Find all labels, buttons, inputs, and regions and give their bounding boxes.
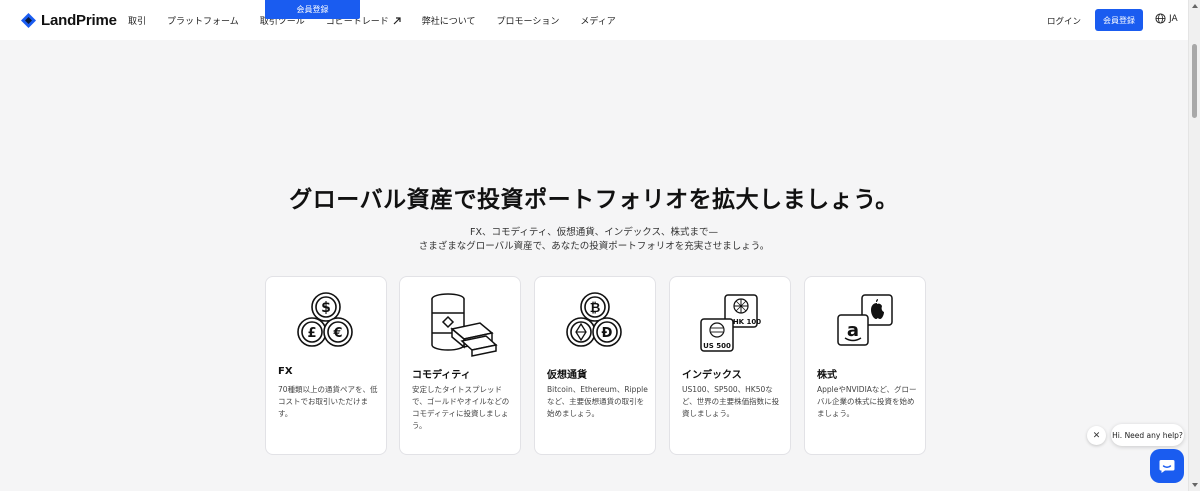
login-link[interactable]: ログイン <box>1047 15 1081 27</box>
asset-card-stocks[interactable]: a 株式 AppleやNVIDIAなど、グローバル企業の株式に投資を始めましょう… <box>804 276 926 455</box>
scroll-up-icon[interactable] <box>1192 4 1198 8</box>
nav-item-about[interactable]: 弊社について <box>422 14 476 27</box>
hero-subtitle-line1: FX、コモディティ、仮想通貨、インデックス、株式まで— <box>470 227 718 238</box>
card-title: コモディティ <box>412 370 471 381</box>
logo-mark-icon <box>21 13 36 28</box>
card-title: FX <box>278 366 293 377</box>
svg-text:$: $ <box>321 300 331 316</box>
scroll-thumb[interactable] <box>1192 44 1197 118</box>
card-description: AppleやNVIDIAなど、グローバル企業の株式に投資を始めましょう。 <box>817 385 917 418</box>
site-header: LandPrime 取引 プラットフォーム 取引ツール コピートレード 弊社につ… <box>0 0 1188 40</box>
language-selector[interactable]: JA <box>1155 13 1178 24</box>
hero-subtitle-line2: さまざまなグローバル資産で、あなたの投資ポートフォリオを充実させましょう。 <box>418 241 770 252</box>
badge-us500: US 500 <box>703 342 731 350</box>
card-description: 安定したタイトスプレッドで、ゴールドやオイルなどのコモディティに投資しましょう。 <box>412 385 510 430</box>
asset-card-commodity[interactable]: コモディティ 安定したタイトスプレッドで、ゴールドやオイルなどのコモディティに投… <box>399 276 521 455</box>
oil-barrel-gold-icon <box>431 293 498 357</box>
chat-greeting-bubble[interactable]: Hi. Need any help? <box>1111 424 1184 446</box>
badge-hk100: HK 100 <box>733 318 761 326</box>
scroll-down-icon[interactable] <box>1192 483 1198 487</box>
nav-item-media[interactable]: メディア <box>580 14 615 27</box>
signup-button[interactable]: 会員登録 <box>1095 9 1143 31</box>
card-title: 株式 <box>817 370 837 381</box>
card-title: 仮想通貨 <box>547 370 587 381</box>
svg-text:a: a <box>847 320 859 341</box>
crypto-coins-icon: ₿ Đ <box>566 292 622 347</box>
card-description: US100、SP500、HK50など、世界の主要株価指数に投資しましょう。 <box>682 385 780 418</box>
page-headline: グローバル資産で投資ポートフォリオを拡大しましょう。 <box>289 187 899 213</box>
currency-coins-icon: $ £ € <box>297 292 353 347</box>
stock-logos-icon: a <box>837 294 893 346</box>
chat-launcher-button[interactable] <box>1150 449 1184 483</box>
asset-card-index[interactable]: HK 100 US 500 インデックス US100、SP500、HK50など、… <box>669 276 791 455</box>
page-scrollbar[interactable] <box>1188 0 1200 491</box>
svg-text:£: £ <box>307 326 316 341</box>
index-flags-icon: HK 100 US 500 <box>700 294 761 352</box>
globe-icon <box>1155 13 1166 24</box>
chat-close-button[interactable]: ✕ <box>1087 426 1106 445</box>
chat-icon <box>1159 460 1175 473</box>
floating-signup-button[interactable]: 会員登録 <box>265 0 360 19</box>
close-icon: ✕ <box>1092 430 1101 441</box>
card-title: インデックス <box>682 370 742 381</box>
svg-text:€: € <box>332 326 342 341</box>
nav-item-trading[interactable]: 取引 <box>128 14 146 27</box>
svg-text:Đ: Đ <box>602 326 613 341</box>
language-code: JA <box>1169 13 1178 24</box>
asset-card-crypto[interactable]: ₿ Đ 仮想通貨 Bitcoin、Ethereum、Rippleなど、主要仮想通… <box>534 276 656 455</box>
nav-item-promotion[interactable]: プロモーション <box>497 14 560 27</box>
nav-item-platform[interactable]: プラットフォーム <box>167 14 239 27</box>
external-arrow-icon <box>393 16 401 24</box>
logo-text: LandPrime <box>41 12 117 29</box>
asset-card-fx[interactable]: $ £ € FX 70種類以上の通貨ペアを、低コストでお取引いただけます。 <box>265 276 387 455</box>
logo[interactable]: LandPrime <box>21 12 117 29</box>
card-description: 70種類以上の通貨ペアを、低コストでお取引いただけます。 <box>278 385 378 418</box>
card-description: Bitcoin、Ethereum、Rippleなど、主要仮想通貨の取引を始めまし… <box>547 385 648 418</box>
svg-text:₿: ₿ <box>590 301 601 316</box>
main-nav: 取引 プラットフォーム 取引ツール コピートレード 弊社について プロモーション… <box>128 14 637 27</box>
